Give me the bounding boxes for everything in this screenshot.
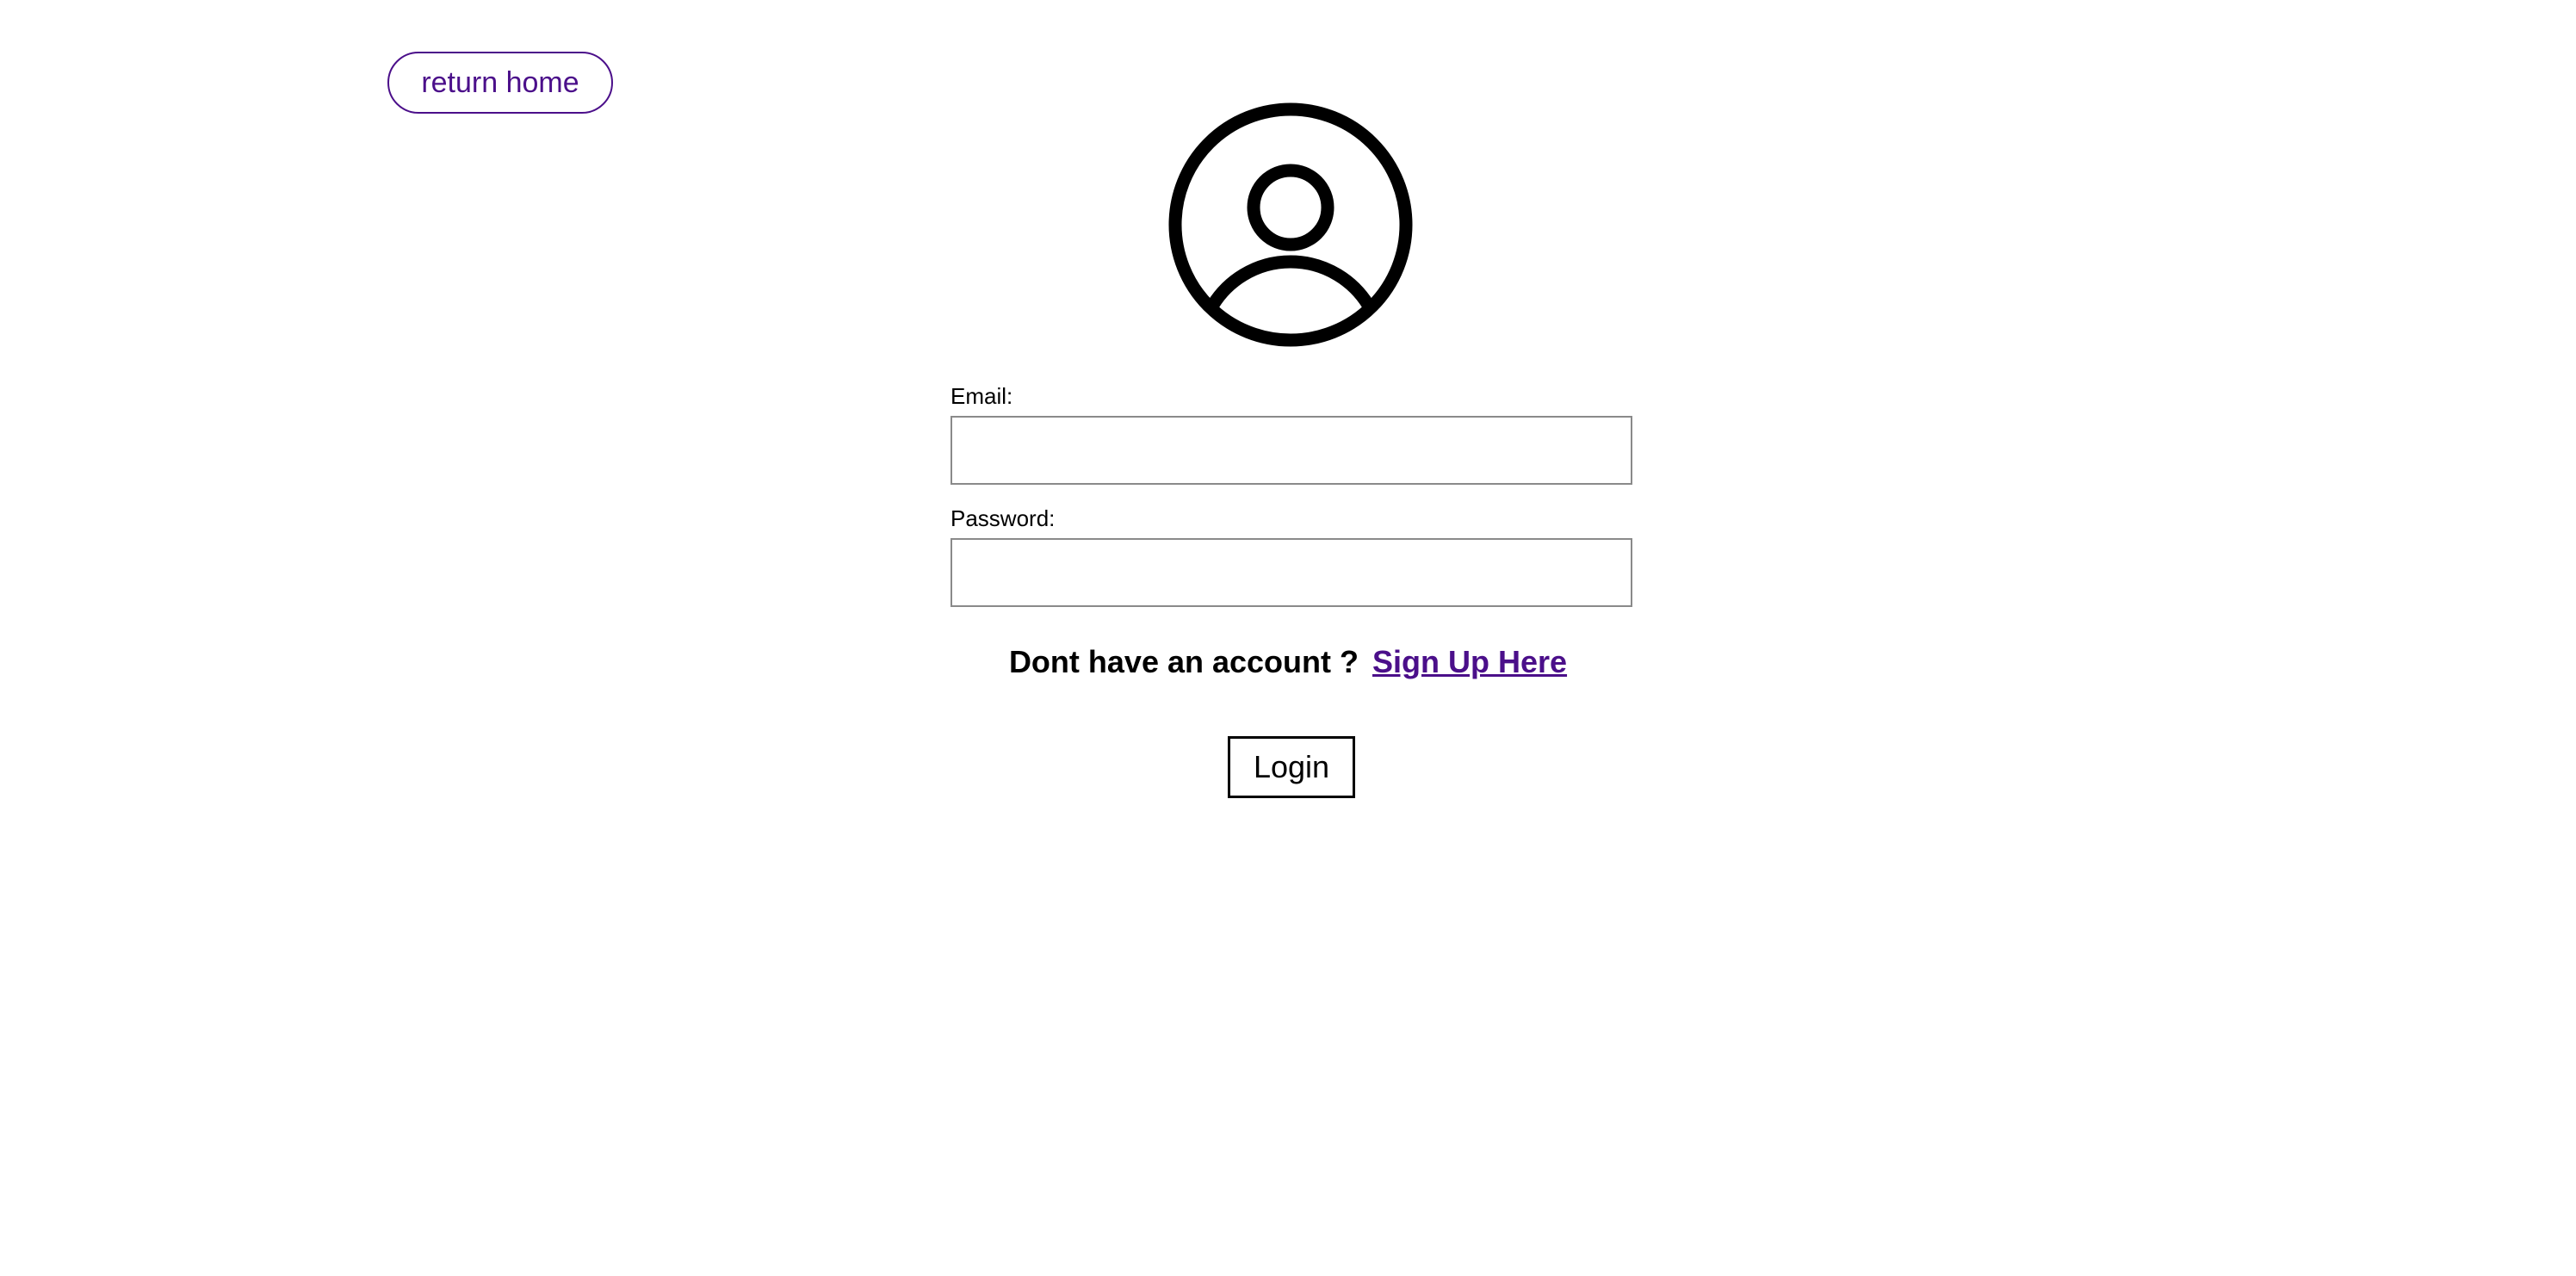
email-field[interactable] — [951, 416, 1632, 485]
user-avatar-icon — [1166, 100, 1415, 350]
signup-row: Dont have an account ? Sign Up Here — [0, 642, 2576, 682]
email-label: Email: — [951, 383, 1013, 409]
sign-up-link[interactable]: Sign Up Here — [1372, 644, 1567, 679]
signup-prompt: Dont have an account ? — [1008, 644, 1359, 679]
return-home-button[interactable]: return home — [387, 52, 613, 114]
password-label: Password: — [951, 505, 1056, 531]
password-field[interactable] — [951, 538, 1632, 607]
login-button[interactable]: Login — [1228, 736, 1355, 798]
